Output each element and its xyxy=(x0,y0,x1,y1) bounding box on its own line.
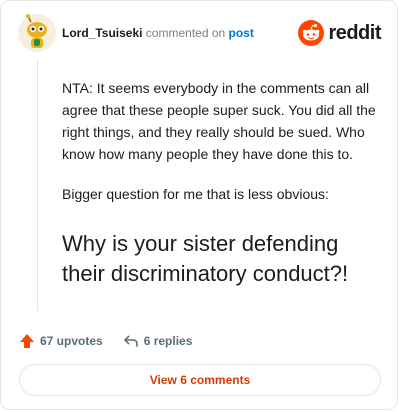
user-avatar[interactable] xyxy=(17,13,57,53)
reply-arrow-icon xyxy=(123,335,138,347)
comment-header: Lord_Tsuiseki commented on post reddit xyxy=(17,13,381,53)
username-link[interactable]: Lord_Tsuiseki xyxy=(62,26,142,40)
reply-button[interactable]: 6 replies xyxy=(123,333,193,349)
comment-paragraph-1: NTA: It seems everybody in the comments … xyxy=(62,80,376,162)
reddit-wordmark: reddit xyxy=(328,21,381,44)
view-comments-button[interactable]: View 6 comments xyxy=(19,364,381,396)
thread-line xyxy=(37,59,38,311)
comment-heading: Why is your sister defending their discr… xyxy=(62,231,349,286)
comment-body: NTA: It seems everybody in the comments … xyxy=(62,77,377,289)
commented-on-text: commented on xyxy=(142,26,229,40)
comment-paragraph-2: Bigger question for me that is less obvi… xyxy=(62,186,329,202)
comment-meta: Lord_Tsuiseki commented on post xyxy=(62,26,254,40)
comment-actions: 67 upvotes 6 replies xyxy=(19,332,192,350)
upvote-count: 67 upvotes xyxy=(40,334,103,348)
reddit-brand[interactable]: reddit xyxy=(298,20,381,46)
reddit-logo-icon xyxy=(298,20,325,46)
upvote-arrow-icon xyxy=(20,334,34,348)
upvote-button[interactable]: 67 upvotes xyxy=(19,333,103,349)
comment-card: Lord_Tsuiseki commented on post reddit N… xyxy=(0,0,398,410)
post-link[interactable]: post xyxy=(229,26,254,40)
reply-count: 6 replies xyxy=(143,334,193,348)
